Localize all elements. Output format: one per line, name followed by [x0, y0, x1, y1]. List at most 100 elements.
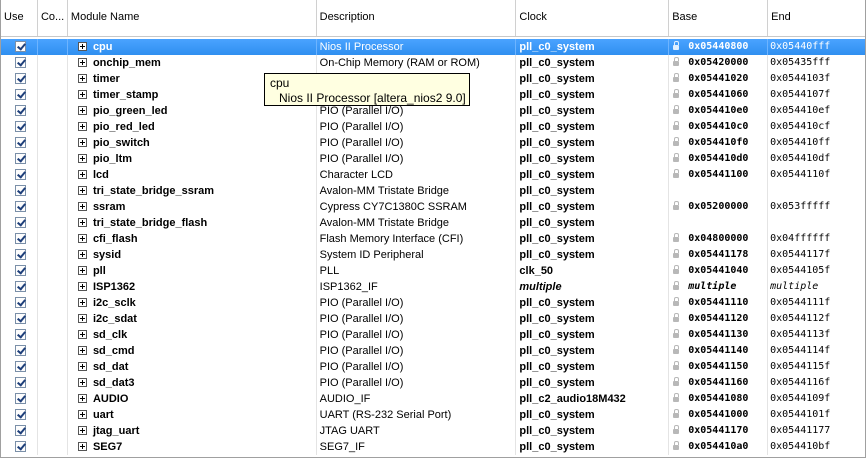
module-clock[interactable]: pll_c0_system: [516, 423, 670, 439]
lock-icon[interactable]: [673, 344, 680, 354]
plus-expand-icon[interactable]: [77, 153, 87, 163]
table-row[interactable]: jtag_uart JTAG UART pll_c0_system 0x0544117…: [1, 423, 865, 439]
lock-icon[interactable]: [673, 248, 680, 258]
connections-cell[interactable]: [38, 343, 68, 359]
checkbox-checked-icon[interactable]: [15, 328, 26, 340]
lock-icon[interactable]: [673, 136, 680, 146]
module-name-cell[interactable]: jtag_uart: [68, 423, 317, 439]
module-name-cell[interactable]: sd_dat3: [68, 375, 317, 391]
module-clock[interactable]: pll_c0_system: [516, 407, 670, 423]
connections-cell[interactable]: [38, 167, 68, 183]
plus-expand-icon[interactable]: [77, 297, 87, 307]
column-header-description[interactable]: Description: [317, 0, 517, 36]
connections-cell[interactable]: [38, 151, 68, 167]
plus-expand-icon[interactable]: [77, 217, 87, 227]
connections-cell[interactable]: [38, 55, 68, 71]
plus-expand-icon[interactable]: [77, 345, 87, 355]
lock-icon[interactable]: [673, 72, 680, 82]
module-name-cell[interactable]: pll: [68, 263, 317, 279]
checkbox-checked-icon[interactable]: [15, 280, 26, 292]
module-name-cell[interactable]: pio_red_led: [68, 119, 317, 135]
checkbox-checked-icon[interactable]: [15, 360, 26, 372]
module-name-cell[interactable]: pio_switch: [68, 135, 317, 151]
checkbox-checked-icon[interactable]: [15, 376, 26, 388]
plus-expand-icon[interactable]: [77, 89, 87, 99]
table-row[interactable]: sd_dat3 PIO (Parallel I/O) pll_c0_system 0x…: [1, 375, 865, 391]
connections-cell[interactable]: [38, 391, 68, 407]
base-address-cell[interactable]: 0x054410c0: [669, 119, 769, 135]
table-row[interactable]: sd_dat PIO (Parallel I/O) pll_c0_system 0x0…: [1, 359, 865, 375]
module-name-cell[interactable]: tri_state_bridge_flash: [68, 215, 317, 231]
plus-expand-icon[interactable]: [77, 41, 87, 51]
module-clock[interactable]: pll_c0_system: [516, 343, 670, 359]
checkbox-checked-icon[interactable]: [15, 312, 26, 324]
module-clock[interactable]: pll_c0_system: [516, 199, 670, 215]
module-clock[interactable]: pll_c0_system: [516, 327, 670, 343]
plus-expand-icon[interactable]: [77, 313, 87, 323]
lock-icon[interactable]: [673, 200, 680, 210]
module-clock[interactable]: pll_c0_system: [516, 87, 670, 103]
plus-expand-icon[interactable]: [77, 329, 87, 339]
connections-cell[interactable]: [38, 215, 68, 231]
connections-cell[interactable]: [38, 359, 68, 375]
lock-icon[interactable]: [673, 168, 680, 178]
base-address-cell[interactable]: 0x04800000: [669, 231, 769, 247]
table-row[interactable]: SEG7 SEG7_IF pll_c0_system 0x054410a0 0x0544…: [1, 439, 865, 455]
module-name-cell[interactable]: i2c_sclk: [68, 295, 317, 311]
plus-expand-icon[interactable]: [77, 409, 87, 419]
table-row[interactable]: ssram Cypress CY7C1380C SSRAM pll_c0_syste…: [1, 199, 865, 215]
base-address-cell[interactable]: 0x05420000: [669, 55, 769, 71]
plus-expand-icon[interactable]: [77, 185, 87, 195]
module-name-cell[interactable]: tri_state_bridge_ssram: [68, 183, 317, 199]
plus-expand-icon[interactable]: [77, 73, 87, 83]
module-clock[interactable]: pll_c0_system: [516, 103, 670, 119]
lock-icon[interactable]: [673, 312, 680, 322]
connections-cell[interactable]: [38, 279, 68, 295]
base-address-cell[interactable]: 0x05200000: [669, 199, 769, 215]
lock-icon[interactable]: [673, 56, 680, 66]
base-address-cell[interactable]: [669, 215, 769, 231]
table-row[interactable]: pll PLL clk_50 0x05441040 0x0544105f: [1, 263, 865, 279]
lock-icon[interactable]: [673, 296, 680, 306]
table-row[interactable]: pio_ltm PIO (Parallel I/O) pll_c0_system 0x…: [1, 151, 865, 167]
plus-expand-icon[interactable]: [77, 169, 87, 179]
checkbox-checked-icon[interactable]: [15, 72, 26, 84]
module-clock[interactable]: pll_c0_system: [516, 295, 670, 311]
table-row[interactable]: tri_state_bridge_ssram Avalon-MM Tristate…: [1, 183, 865, 199]
connections-cell[interactable]: [38, 231, 68, 247]
connections-cell[interactable]: [38, 199, 68, 215]
connections-cell[interactable]: [38, 119, 68, 135]
module-clock[interactable]: pll_c0_system: [516, 311, 670, 327]
module-clock[interactable]: pll_c0_system: [516, 439, 670, 455]
plus-expand-icon[interactable]: [77, 425, 87, 435]
module-name-cell[interactable]: ISP1362: [68, 279, 317, 295]
module-clock[interactable]: multiple: [516, 279, 670, 295]
connections-cell[interactable]: [38, 263, 68, 279]
lock-icon[interactable]: [673, 424, 680, 434]
lock-icon[interactable]: [673, 408, 680, 418]
plus-expand-icon[interactable]: [77, 361, 87, 371]
module-name-cell[interactable]: sd_cmd: [68, 343, 317, 359]
module-name-cell[interactable]: cfi_flash: [68, 231, 317, 247]
lock-icon[interactable]: [673, 360, 680, 370]
plus-expand-icon[interactable]: [77, 57, 87, 67]
base-address-cell[interactable]: 0x05441110: [669, 295, 769, 311]
connections-cell[interactable]: [38, 135, 68, 151]
table-row[interactable]: uart UART (RS-232 Serial Port) pll_c0_syst…: [1, 407, 865, 423]
base-address-cell[interactable]: 0x05441140: [669, 343, 769, 359]
checkbox-checked-icon[interactable]: [15, 104, 26, 116]
base-address-cell[interactable]: 0x05441000: [669, 407, 769, 423]
column-header-base[interactable]: Base: [669, 0, 769, 36]
module-clock[interactable]: pll_c0_system: [516, 375, 670, 391]
module-clock[interactable]: pll_c0_system: [516, 359, 670, 375]
lock-icon[interactable]: [673, 440, 680, 450]
column-header-use[interactable]: Use: [1, 0, 38, 36]
module-clock[interactable]: pll_c0_system: [516, 231, 670, 247]
plus-expand-icon[interactable]: [77, 281, 87, 291]
connections-cell[interactable]: [38, 295, 68, 311]
base-address-cell[interactable]: 0x05441040: [669, 263, 769, 279]
base-address-cell[interactable]: 0x05441178: [669, 247, 769, 263]
base-address-cell[interactable]: 0x054410e0: [669, 103, 769, 119]
plus-expand-icon[interactable]: [77, 265, 87, 275]
connections-cell[interactable]: [38, 103, 68, 119]
